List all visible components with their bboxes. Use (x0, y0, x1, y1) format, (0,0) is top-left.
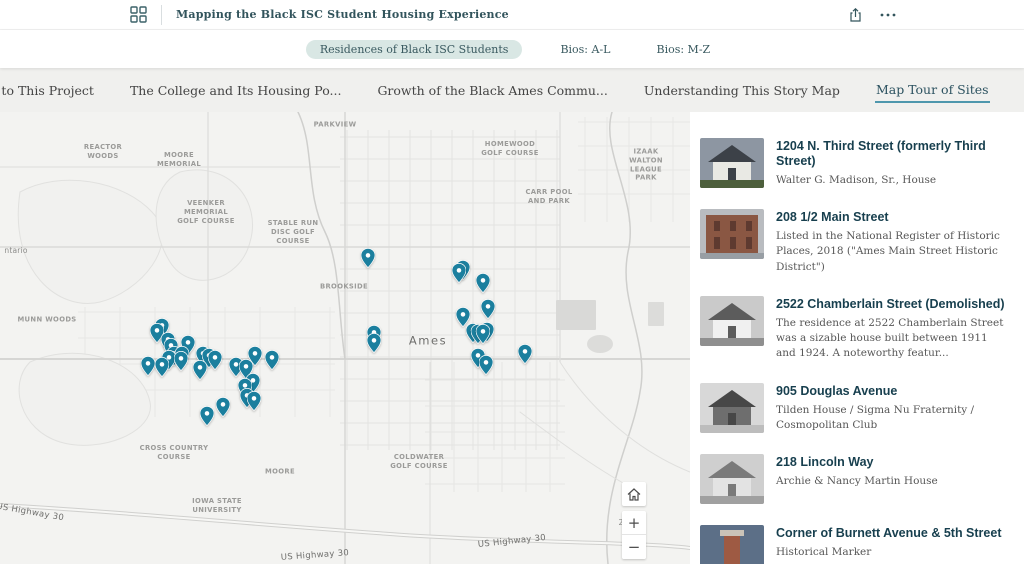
map-tour-pin[interactable] (174, 351, 188, 371)
site-title[interactable]: 218 Lincoln Way (776, 455, 1010, 470)
map-zoom-in-button[interactable]: + (622, 511, 646, 535)
map-tour-pin[interactable] (200, 406, 214, 426)
site-thumbnail[interactable] (700, 209, 764, 259)
map-tour-pin[interactable] (518, 344, 532, 364)
site-thumbnail[interactable] (700, 296, 764, 346)
map-tour-pin[interactable] (361, 248, 375, 268)
map-tour-pin[interactable] (208, 350, 222, 370)
tab-map-tour-of-sites[interactable]: Map Tour of Sites (875, 78, 990, 103)
map-tour-pin[interactable] (247, 391, 261, 411)
share-icon[interactable] (849, 8, 862, 22)
site-subtitle: Walter G. Madison, Sr., House (776, 173, 1010, 188)
map-tour-pin[interactable] (481, 299, 495, 319)
header-divider (161, 5, 162, 25)
site-title[interactable]: 1204 N. Third Street (formerly Third Str… (776, 139, 1010, 169)
map-roads (0, 112, 690, 564)
site-title[interactable]: 905 Douglas Avenue (776, 384, 1010, 399)
home-icon (627, 488, 641, 501)
site-list-item-1204-n-third-street-formerly-third-street[interactable]: 1204 N. Third Street (formerly Third Str… (700, 138, 1010, 188)
map-tour-pin[interactable] (193, 360, 207, 380)
site-thumbnail[interactable] (700, 525, 764, 564)
site-title[interactable]: 2522 Chamberlain Street (Demolished) (776, 297, 1010, 312)
site-thumbnail[interactable] (700, 138, 764, 188)
site-list-item-905-douglas-avenue[interactable]: 905 Douglas Avenue Tilden House / Sigma … (700, 383, 1010, 433)
site-title[interactable]: Corner of Burnett Avenue & 5th Street (776, 526, 1010, 541)
map-tour-pin[interactable] (367, 333, 381, 353)
site-subtitle: Archie & Nancy Martin House (776, 474, 1010, 489)
site-subtitle: Listed in the National Register of Histo… (776, 229, 1010, 275)
tab-understanding-this-story-map[interactable]: Understanding This Story Map (643, 79, 841, 102)
map-tour-pin[interactable] (141, 356, 155, 376)
site-subtitle: The residence at 2522 Chamberlain Street… (776, 316, 1010, 362)
map-tour-pin[interactable] (476, 324, 490, 344)
map-tour-pin[interactable] (216, 397, 230, 417)
map-tour-pin[interactable] (265, 350, 279, 370)
site-list-item-corner-of-burnett-avenue-5th-street[interactable]: Corner of Burnett Avenue & 5th Street Hi… (700, 525, 1010, 564)
site-list-item-208-1-2-main-street[interactable]: 208 1/2 Main Street Listed in the Nation… (700, 209, 1010, 275)
site-thumbnail[interactable] (700, 454, 764, 504)
site-title[interactable]: 208 1/2 Main Street (776, 210, 1010, 225)
tab-growth-of-the-black-ames-commu[interactable]: Growth of the Black Ames Commu... (376, 79, 608, 102)
content: PARKVIEWREACTOR WOODSMOORE MEMORIALHOMEW… (0, 112, 1024, 564)
site-subtitle: Historical Marker (776, 545, 1010, 560)
map-zoom-out-button[interactable]: − (622, 535, 646, 559)
section-pill-residences-of-black-isc-students[interactable]: Residences of Black ISC Students (306, 40, 523, 59)
header: Mapping the Black ISC Student Housing Ex… (0, 0, 1024, 30)
site-thumbnail[interactable] (700, 383, 764, 433)
site-list-item-2522-chamberlain-street-demolished[interactable]: 2522 Chamberlain Street (Demolished) The… (700, 296, 1010, 362)
storymaps-logo-icon[interactable] (130, 6, 147, 23)
map-tour-pin[interactable] (155, 357, 169, 377)
story-title: Mapping the Black ISC Student Housing Ex… (176, 8, 509, 21)
storymap-app: Mapping the Black ISC Student Housing Ex… (0, 0, 1024, 564)
site-subtitle: Tilden House / Sigma Nu Fraternity / Cos… (776, 403, 1010, 433)
map-tour-pin[interactable] (452, 263, 466, 283)
section-pill-bios-m-z[interactable]: Bios: M-Z (648, 40, 718, 59)
tab-the-college-and-its-housing-po[interactable]: The College and Its Housing Po... (129, 79, 343, 102)
map-tour-pin[interactable] (479, 355, 493, 375)
site-list-item-218-lincoln-way[interactable]: 218 Lincoln Way Archie & Nancy Martin Ho… (700, 454, 1010, 504)
site-list: 1204 N. Third Street (formerly Third Str… (690, 112, 1024, 564)
section-nav: Residences of Black ISC Students Bios: A-… (0, 30, 1024, 68)
tab-introduction-to-this-project[interactable]: Introduction to This Project (0, 79, 95, 102)
map-canvas[interactable]: PARKVIEWREACTOR WOODSMOORE MEMORIALHOMEW… (0, 112, 690, 564)
more-menu-icon[interactable] (880, 13, 896, 17)
map-tour-pin[interactable] (476, 273, 490, 293)
map-home-button[interactable] (622, 482, 646, 506)
tab-bar: Introduction to This Project The College … (0, 68, 1024, 112)
section-pill-bios-a-l[interactable]: Bios: A-L (552, 40, 618, 59)
